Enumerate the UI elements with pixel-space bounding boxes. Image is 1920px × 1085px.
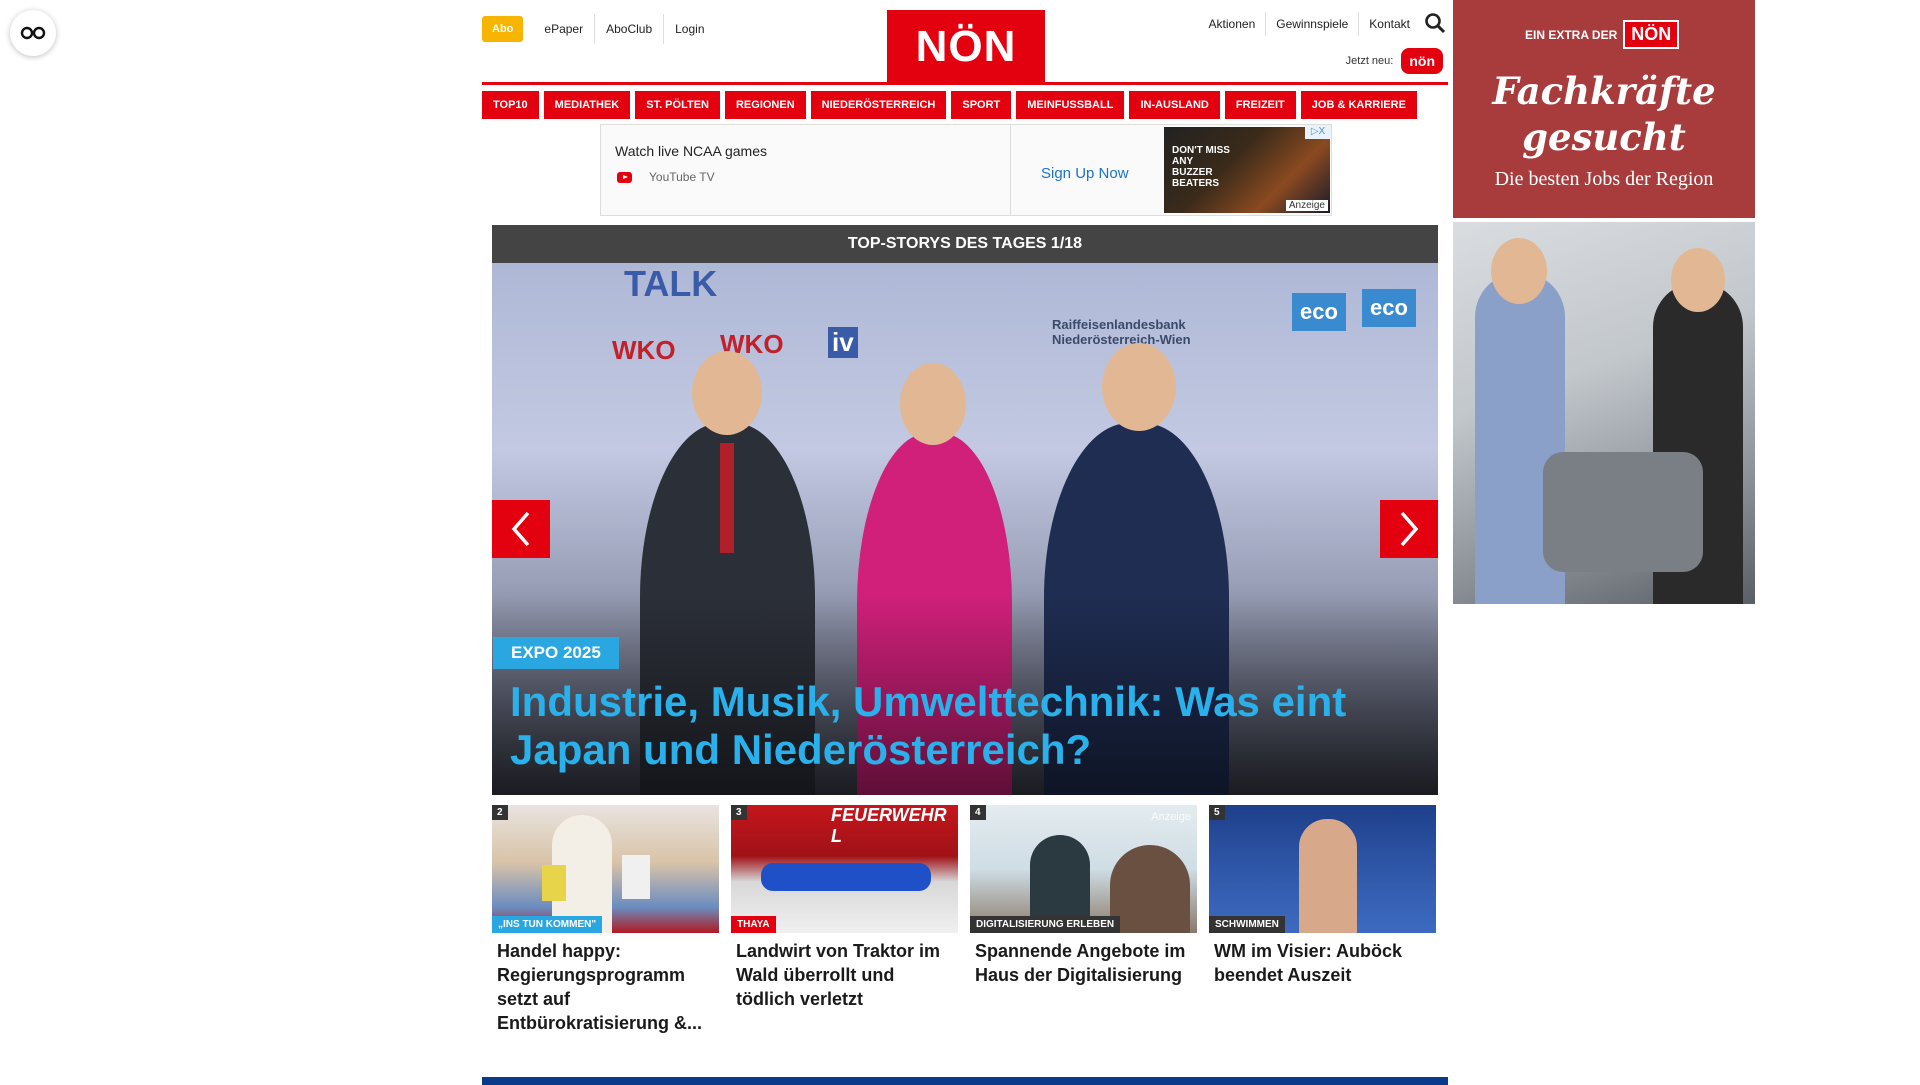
aboclub-link[interactable]: AboClub — [595, 14, 665, 44]
service-nav: Aktionen Gewinnspiele Kontakt — [1199, 12, 1448, 36]
side-ad-banner: EIN EXTRA DER NÖN Fachkräfte gesucht Die… — [1453, 0, 1755, 218]
story-tag[interactable]: SCHWIMMEN — [1209, 916, 1285, 933]
aktionen-link[interactable]: Aktionen — [1199, 12, 1267, 36]
story-title[interactable]: WM im Visier: Auböck beendet Auszeit — [1209, 939, 1436, 987]
worker-right-head — [1671, 248, 1725, 312]
side-ad-headline: Fachkräfte gesucht — [1492, 69, 1716, 159]
top-nav: Abo ePaper AboClub Login — [482, 14, 716, 44]
cat-sport[interactable]: SPORT — [951, 91, 1012, 119]
story-number: 2 — [492, 805, 508, 820]
search-icon[interactable] — [1424, 12, 1448, 36]
story-tag[interactable]: DIGITALISIERUNG ERLEBEN — [970, 916, 1121, 933]
cat-regionen[interactable]: REGIONEN — [724, 91, 806, 119]
ad-source: YouTube TV — [649, 170, 715, 184]
person-left-tie — [720, 443, 734, 553]
story-cards: 2 „INS TUN KOMMEN" Handel happy: Regieru… — [492, 805, 1438, 1035]
slider-header: TOP-STORYS DES TAGES 1/18 — [492, 225, 1438, 263]
slider-tag[interactable]: EXPO 2025 — [493, 637, 619, 669]
visitor-person — [1110, 845, 1190, 933]
story-card-image[interactable]: Anzeige 4 DIGITALISIERUNG ERLEBEN — [970, 805, 1197, 933]
story-card-image[interactable]: FEUERWEHR L 3 THAYA — [731, 805, 958, 933]
side-ad-extra: EIN EXTRA DER NÖN — [1525, 20, 1680, 49]
ad-close-icon[interactable]: ▷X — [1305, 125, 1331, 139]
story-card-image[interactable]: 5 SCHWIMMEN — [1209, 805, 1436, 933]
chevron-right-icon — [1400, 511, 1419, 547]
swimmer-figure — [1299, 819, 1357, 933]
reader-mode-button[interactable] — [10, 10, 56, 56]
fire-truck-text: FEUERWEHR L — [831, 805, 947, 846]
glasses-icon — [20, 26, 46, 40]
footer-bar — [482, 1077, 1448, 1085]
screen-text-wko-1: WKO — [612, 335, 676, 365]
cat-job-karriere[interactable]: JOB & KARRIERE — [1300, 91, 1417, 119]
worker-left-head — [1491, 238, 1547, 304]
cat-top10[interactable]: TOP10 — [482, 91, 539, 119]
side-ad-subline: Die besten Jobs der Region — [1494, 168, 1714, 190]
shopping-bag-white — [622, 855, 650, 899]
story-card-4[interactable]: Anzeige 4 DIGITALISIERUNG ERLEBEN Spanne… — [970, 805, 1197, 1035]
cat-mediathek[interactable]: MEDIATHEK — [543, 91, 631, 119]
person-left-head — [692, 351, 762, 435]
story-number: 5 — [1209, 805, 1225, 820]
story-number: 4 — [970, 805, 986, 820]
ad-thumb-label: Anzeige — [1285, 200, 1328, 211]
shopping-bag-yellow — [542, 865, 566, 901]
screen-text-talk: TALK — [624, 263, 718, 304]
abo-button[interactable]: Abo — [482, 16, 524, 42]
story-card-image[interactable]: 2 „INS TUN KOMMEN" — [492, 805, 719, 933]
machine-part — [1543, 452, 1703, 572]
cat-st-poelten[interactable]: ST. PÖLTEN — [635, 91, 720, 119]
cat-freizeit[interactable]: FREIZEIT — [1224, 91, 1296, 119]
person-center-head — [900, 363, 966, 445]
kontakt-link[interactable]: Kontakt — [1359, 12, 1420, 36]
screen-text-iv: iv — [828, 327, 858, 358]
story-number: 3 — [731, 805, 747, 820]
jetzt-neu-badge: nön — [1401, 48, 1443, 74]
story-title[interactable]: Landwirt von Traktor im Wald überrollt u… — [731, 939, 958, 1011]
ad-banner[interactable]: Watch live NCAA games YouTube TV Sign Up… — [600, 124, 1332, 216]
youtube-icon — [617, 172, 632, 183]
side-ad-photo — [1453, 222, 1755, 604]
story-title[interactable]: Handel happy: Regierungsprogramm setzt a… — [492, 939, 719, 1035]
story-tag[interactable]: „INS TUN KOMMEN" — [492, 916, 603, 933]
person-right-head — [1102, 343, 1176, 431]
gewinnspiele-link[interactable]: Gewinnspiele — [1266, 12, 1360, 36]
site-logo[interactable]: NÖN — [887, 10, 1045, 84]
site-header: Abo ePaper AboClub Login NÖN Aktionen Ge… — [482, 0, 1448, 90]
category-nav: TOP10 MEDIATHEK ST. PÖLTEN REGIONEN NIED… — [482, 91, 1448, 119]
story-card-2[interactable]: 2 „INS TUN KOMMEN" Handel happy: Regieru… — [492, 805, 719, 1035]
cat-niederoesterreich[interactable]: NIEDERÖSTERREICH — [810, 91, 947, 119]
jetzt-neu-label: Jetzt neu: — [1345, 55, 1394, 67]
screen-text-eco-1: eco — [1292, 293, 1346, 331]
ad-signup-button[interactable]: Sign Up Now — [1041, 165, 1129, 182]
story-card-5[interactable]: 5 SCHWIMMEN WM im Visier: Auböck beendet… — [1209, 805, 1436, 1035]
epaper-link[interactable]: ePaper — [533, 14, 596, 44]
ad-thumbnail[interactable]: DON'T MISS ANY BUZZER BEATERS Anzeige — [1164, 127, 1330, 213]
ad-text-area: Watch live NCAA games YouTube TV — [601, 125, 1011, 215]
story-ad-label: Anzeige — [1151, 811, 1191, 823]
slider-prev-button[interactable] — [492, 500, 550, 558]
header-divider — [482, 82, 1448, 85]
story-title[interactable]: Spannende Angebote im Haus der Digitalis… — [970, 939, 1197, 987]
slider-next-button[interactable] — [1380, 500, 1438, 558]
ad-thumb-text: DON'T MISS ANY BUZZER BEATERS — [1172, 145, 1230, 189]
side-ad[interactable]: EIN EXTRA DER NÖN Fachkräfte gesucht Die… — [1453, 0, 1755, 604]
story-tag[interactable]: THAYA — [731, 916, 776, 933]
slider-headline[interactable]: Industrie, Musik, Umwelttechnik: Was ein… — [510, 678, 1410, 774]
chevron-left-icon — [511, 511, 530, 547]
cat-in-ausland[interactable]: IN-AUSLAND — [1129, 91, 1220, 119]
side-ad-extra-label: EIN EXTRA DER — [1525, 27, 1618, 42]
ad-title: Watch live NCAA games — [615, 143, 767, 159]
cat-meinfussball[interactable]: MEINFUSSBALL — [1016, 91, 1125, 119]
side-ad-logo: NÖN — [1623, 20, 1680, 49]
jetzt-neu[interactable]: Jetzt neu: nön — [1346, 48, 1443, 74]
story-card-3[interactable]: FEUERWEHR L 3 THAYA Landwirt von Traktor… — [731, 805, 958, 1035]
screen-text-eco-2: eco — [1362, 289, 1416, 327]
login-link[interactable]: Login — [664, 14, 715, 44]
blue-light — [761, 863, 931, 891]
